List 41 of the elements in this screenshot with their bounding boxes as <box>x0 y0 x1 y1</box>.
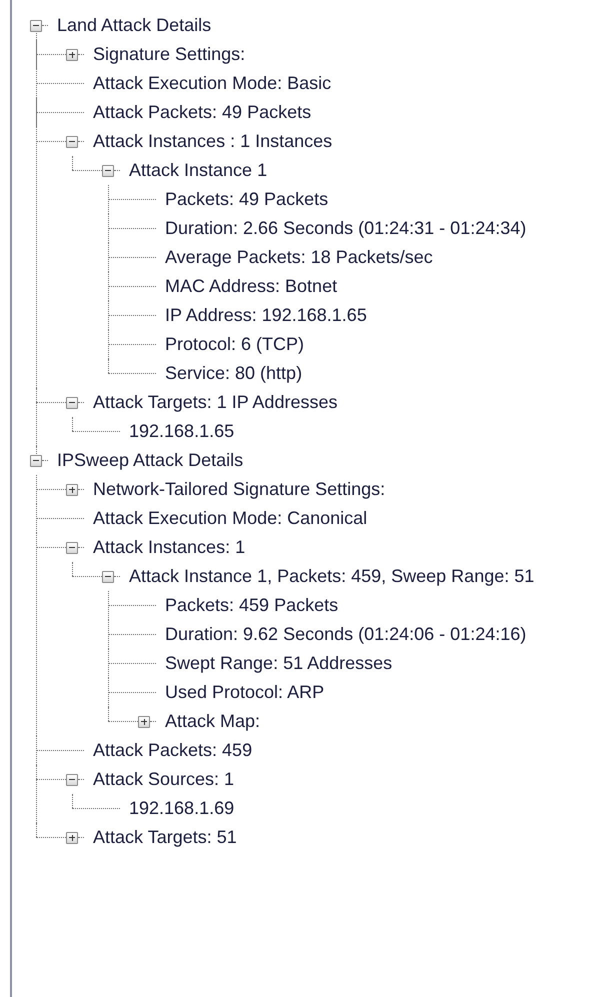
collapse-toggle[interactable] <box>30 20 42 32</box>
tree-item[interactable]: MAC Address: Botnet <box>165 276 338 297</box>
tree-item[interactable]: Land Attack Details <box>57 15 212 36</box>
expand-toggle[interactable] <box>138 716 150 728</box>
collapse-toggle[interactable] <box>102 570 114 582</box>
tree-item[interactable]: IP Address: 192.168.1.65 <box>165 305 367 326</box>
collapse-toggle[interactable] <box>30 454 42 466</box>
expand-toggle[interactable] <box>66 48 78 60</box>
collapse-toggle[interactable] <box>66 396 78 408</box>
tree-item[interactable]: Attack Execution Mode: Basic <box>93 73 332 94</box>
tree-item[interactable]: Used Protocol: ARP <box>165 682 324 703</box>
collapse-toggle[interactable] <box>66 136 78 148</box>
tree-item[interactable]: Attack Packets: 459 <box>93 740 252 761</box>
expand-toggle[interactable] <box>66 832 78 844</box>
tree-item[interactable]: Attack Execution Mode: Canonical <box>93 508 368 529</box>
tree-item[interactable]: Packets: 459 Packets <box>165 595 338 616</box>
tree-item[interactable]: IPSweep Attack Details <box>57 450 244 471</box>
tree-item[interactable]: Attack Instances : 1 Instances <box>93 131 332 152</box>
collapse-toggle[interactable] <box>66 774 78 786</box>
tree-item[interactable]: Protocol: 6 (TCP) <box>165 334 304 355</box>
tree-item[interactable]: Duration: 9.62 Seconds (01:24:06 - 01:24:16) <box>165 624 526 645</box>
tree-item[interactable]: Packets: 49 Packets <box>165 189 328 210</box>
tree-item[interactable]: Swept Range: 51 Addresses <box>165 653 392 674</box>
tree-item[interactable]: Average Packets: 18 Packets/sec <box>165 247 433 268</box>
tree-item[interactable]: Network-Tailored Signature Settings: <box>93 479 386 500</box>
tree-item[interactable]: Attack Sources: 1 <box>93 769 234 790</box>
tree-item[interactable]: 192.168.1.65 <box>129 421 234 442</box>
collapse-toggle[interactable] <box>66 542 78 554</box>
tree-item[interactable]: Service: 80 (http) <box>165 363 302 384</box>
expand-toggle[interactable] <box>66 484 78 496</box>
tree-item[interactable]: Signature Settings: <box>93 44 246 65</box>
collapse-toggle[interactable] <box>102 164 114 176</box>
tree-item[interactable]: Duration: 2.66 Seconds (01:24:31 - 01:24:34) <box>165 218 526 239</box>
tree-item[interactable]: Attack Instances: 1 <box>93 537 246 558</box>
tree-item[interactable]: Attack Packets: 49 Packets <box>93 102 312 123</box>
tree-item[interactable]: Attack Targets: 51 <box>93 827 237 848</box>
tree-item[interactable]: Attack Instance 1, Packets: 459, Sweep Range: 51 <box>129 566 534 587</box>
tree-item[interactable]: Attack Instance 1 <box>129 160 268 181</box>
tree-item[interactable]: Attack Map: <box>165 711 260 732</box>
tree-item[interactable]: 192.168.1.69 <box>129 798 234 819</box>
tree-item[interactable]: Attack Targets: 1 IP Addresses <box>93 392 338 413</box>
